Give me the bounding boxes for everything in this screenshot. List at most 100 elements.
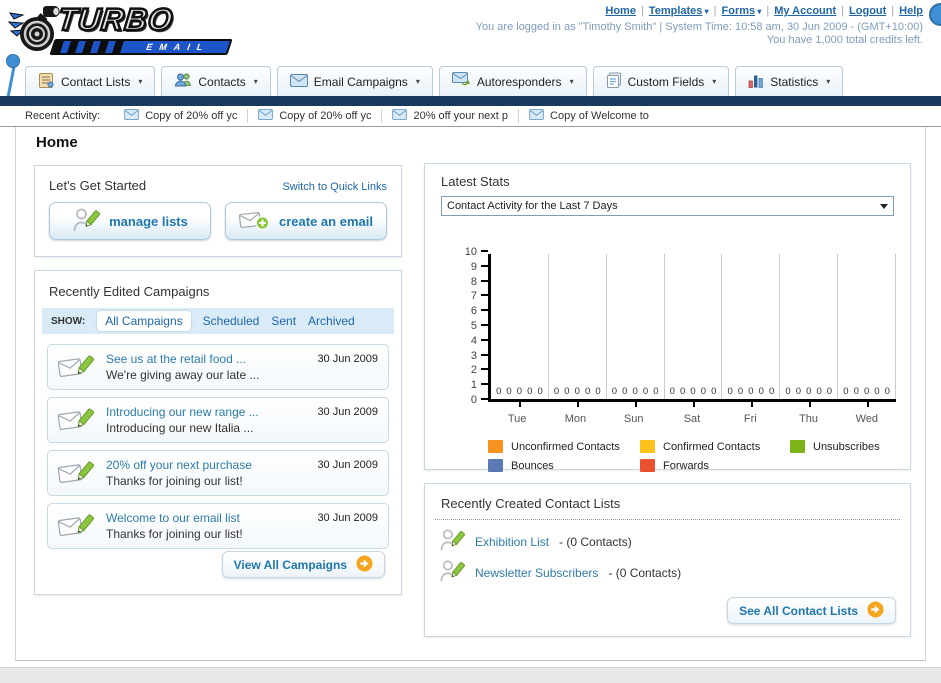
decorative-pin-circle [6,54,20,68]
chart-value: 0 [758,386,764,397]
envelope-pencil-icon [57,352,95,388]
tab-label: Email Campaigns [313,74,408,89]
statistics-icon [748,73,764,91]
chart-day-column: 00000 [607,254,665,407]
campaign-title-link[interactable]: 20% off your next purchase [106,458,252,472]
tab-label: Custom Fields [627,74,705,89]
y-axis-tick [481,354,488,356]
chart-value: 0 [506,386,512,397]
chart-value-labels: 00000 [722,386,779,397]
envelope-pencil-icon [57,458,95,494]
top-nav-link-templates[interactable]: Templates [649,5,703,17]
y-axis-label: 4 [470,335,477,347]
separator: | [891,5,895,17]
campaign-filter-bar: SHOW: All Campaigns Scheduled Sent Archived [42,308,394,334]
legend-swatch [640,440,655,453]
contact-list-link[interactable]: Newsletter Subscribers [475,566,598,580]
switch-quick-links[interactable]: Switch to Quick Links [282,181,387,193]
campaign-filter-all-campaigns[interactable]: All Campaigns [97,311,191,331]
contact-list-items: Exhibition List - (0 Contacts) Newsletter … [425,520,910,588]
contact-list-item: Newsletter Subscribers - (0 Contacts) [439,557,896,588]
x-axis-day-label: Fri [743,413,757,425]
chart-value: 0 [527,386,533,397]
separator: | [766,5,770,17]
separator: | [841,5,845,17]
top-nav-link-home[interactable]: Home [605,5,636,17]
tab-statistics[interactable]: Statistics ▾ [735,66,844,96]
person-pencil-icon [439,528,465,555]
envelope-icon [529,109,544,123]
campaign-card[interactable]: 20% off your next purchase Thanks for joi… [47,450,389,496]
tab-contacts[interactable]: Contacts ▾ [161,66,271,96]
latest-stats-panel: Latest Stats Contact Activity for the La… [424,163,911,472]
help-bubble-icon[interactable] [929,3,941,26]
tab-label: Contact Lists [61,74,131,89]
contact-lists-icon [38,72,55,92]
recent-activity-item[interactable]: Copy of 20% off yc [247,109,381,123]
y-axis-label: 10 [464,246,477,258]
x-axis-day-label: Sat [683,413,701,425]
campaign-filter-sent[interactable]: Sent [271,314,296,328]
campaign-title-link[interactable]: Welcome to our email list [106,511,240,525]
campaign-title-link[interactable]: Introducing our new range ... [106,405,259,419]
campaign-filter-archived[interactable]: Archived [308,314,355,328]
campaign-card[interactable]: Introducing our new range ... Introducing… [47,397,389,443]
manage-lists-button[interactable]: manage lists [49,202,211,240]
top-nav-link-logout[interactable]: Logout [849,5,886,17]
top-nav-link-help[interactable]: Help [899,5,923,17]
person-pencil-icon [72,207,101,236]
nav-divider-bar [0,96,941,106]
campaign-date: 30 Jun 2009 [317,512,378,524]
recent-campaigns-panel: Recently Edited Campaigns SHOW: All Camp… [34,270,402,595]
top-nav-link-forms[interactable]: Forms [722,5,756,17]
chart-value: 0 [795,386,802,397]
stats-report-selected: Contact Activity for the Last 7 Days [447,200,618,212]
y-axis-label: 6 [470,305,477,317]
view-all-campaigns-button[interactable]: View All Campaigns [221,551,385,578]
envelope-icon [258,109,274,123]
campaign-subtitle: Thanks for joining our list! [106,527,243,541]
chart-value: 0 [816,386,822,397]
y-axis-label: 2 [470,364,477,376]
x-axis-day-label: Tue [507,413,527,425]
chart-value-labels: 00000 [838,386,895,397]
recent-campaigns-title: Recently Edited Campaigns [49,284,210,299]
latest-stats-title: Latest Stats [441,174,510,189]
tab-contact-lists[interactable]: Contact Lists ▾ [25,66,156,96]
chart-day-column: 00000 [838,254,897,407]
create-email-button[interactable]: create an email [225,202,387,240]
campaign-title-link[interactable]: See us at the retail food ... [106,352,246,366]
campaign-card[interactable]: Welcome to our email list Thanks for join… [47,503,389,549]
separator: | [713,5,717,17]
tab-label: Autoresponders [476,74,562,89]
page: TURBO EMAIL Home | Templates ▾ | Forms ▾ | My … [0,0,941,683]
contacts-icon [174,72,192,91]
x-axis-day-label: Wed [855,413,879,425]
page-title: Home [36,134,78,151]
y-axis-tick [481,324,488,326]
tab-autoresponders[interactable]: Autoresponders ▾ [438,66,587,96]
campaign-filter-scheduled[interactable]: Scheduled [203,314,260,328]
chevron-down-icon: ▾ [712,77,717,86]
recent-activity-item[interactable]: Copy of Welcome to [518,109,659,123]
y-axis-label: 1 [470,379,477,391]
campaign-subtitle: Introducing our new Italia ... [106,421,254,435]
chart-value: 0 [700,386,707,397]
see-all-contact-lists-button[interactable]: See All Contact Lists [727,597,896,624]
arrow-circle-icon [867,600,884,621]
chart-value: 0 [884,386,890,397]
recent-activity-item[interactable]: 20% off your next p [381,109,518,123]
recent-activity-item[interactable]: Copy of 20% off yc [114,109,247,123]
contact-list-link[interactable]: Exhibition List [475,535,549,549]
email-campaigns-icon [289,73,308,90]
chart-value: 0 [843,386,849,397]
stats-report-select[interactable]: Contact Activity for the Last 7 Days [441,196,894,216]
campaign-card[interactable]: See us at the retail food ... We're givin… [47,344,389,390]
tab-custom-fields[interactable]: Custom Fields ▾ [592,66,730,96]
tab-email-campaigns[interactable]: Email Campaigns ▾ [276,66,433,96]
chart-x-labels: Tue Mon Sun Sat Fri Thu Wed [488,413,896,425]
top-nav-link-my-account[interactable]: My Account [774,5,836,17]
footer-strip [0,667,941,683]
tab-label: Statistics [770,74,819,89]
recent-activity-bar: Recent Activity: Copy of 20% off yc Copy … [0,106,941,127]
